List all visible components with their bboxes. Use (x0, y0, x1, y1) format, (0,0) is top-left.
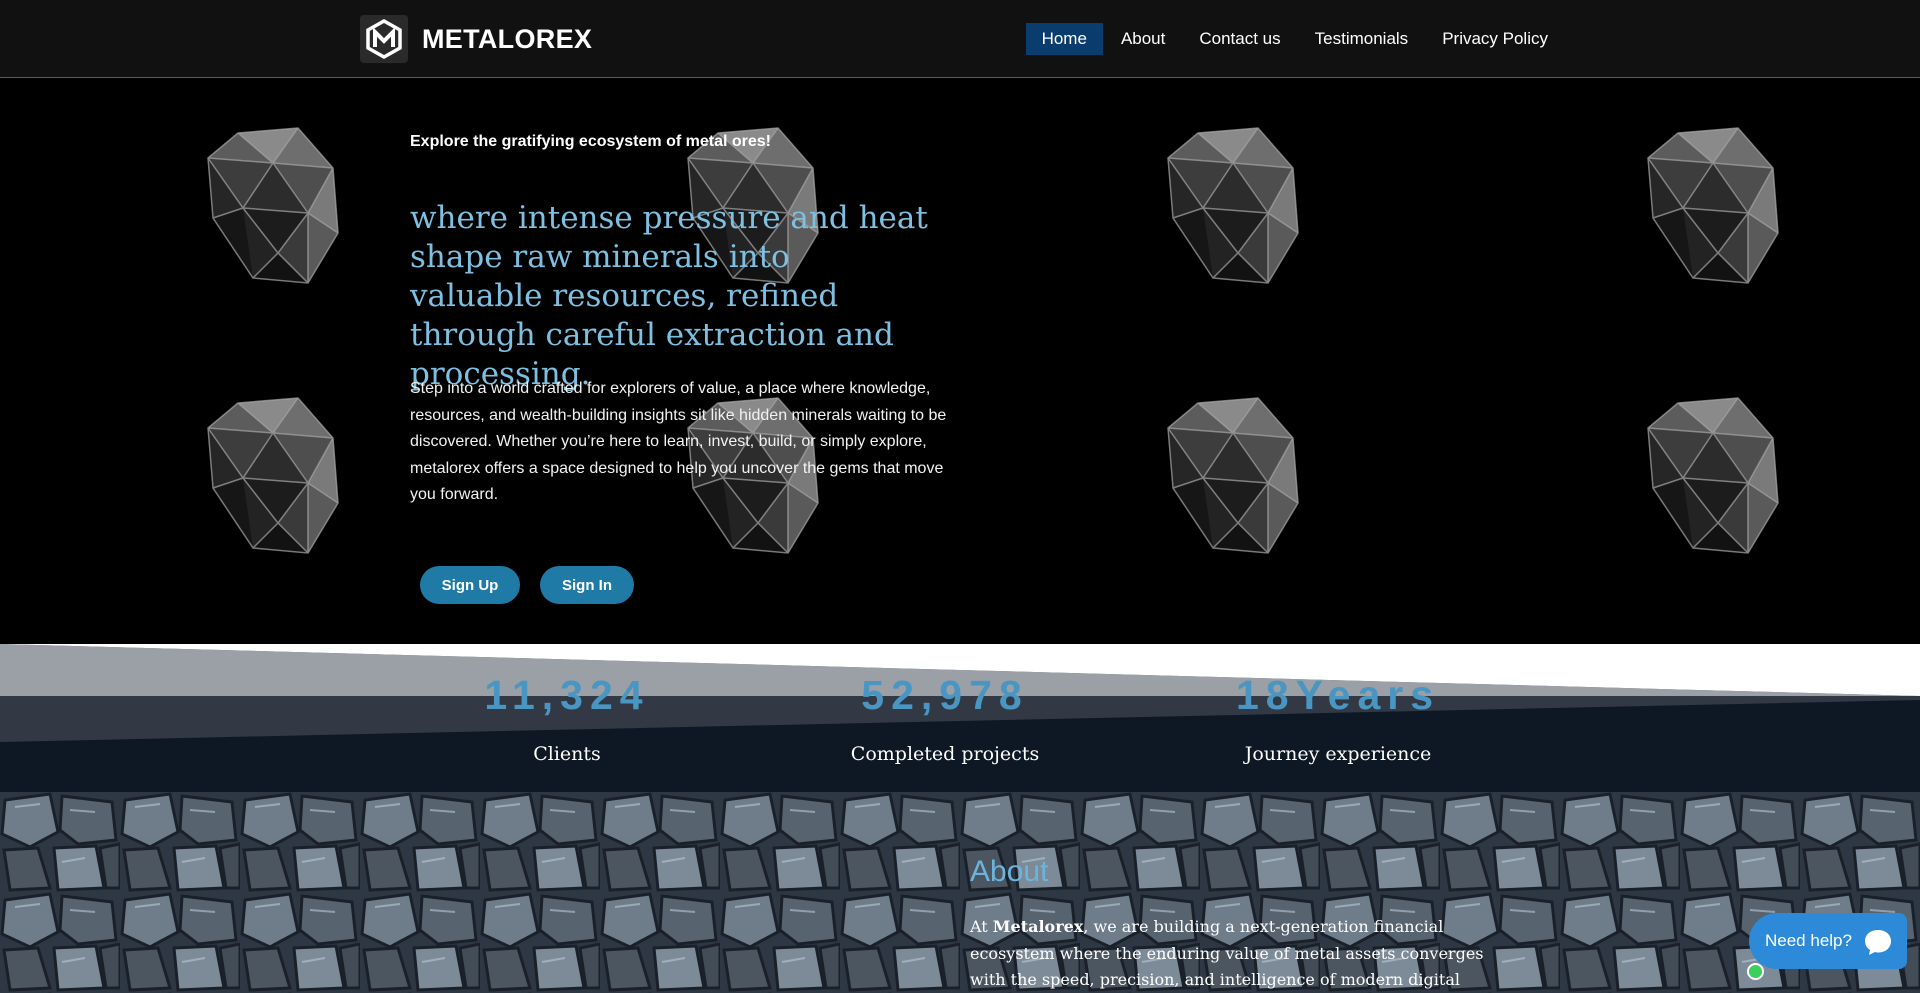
stats-section: 11,324 Clients 52,978 Completed projects… (0, 644, 1920, 792)
hero-intro: Step into a world crafted for explorers … (410, 380, 947, 503)
gem-decoration (1647, 397, 1779, 554)
gem-decoration (207, 127, 339, 284)
nav-item-contact[interactable]: Contact us (1183, 23, 1296, 55)
online-status-dot (1747, 963, 1764, 980)
metal-ore-background (0, 792, 1920, 993)
stat-label: Journey experience (1244, 743, 1432, 765)
sign-up-button[interactable]: Sign Up (420, 566, 520, 604)
stat-clients: 11,324 Clients (417, 672, 717, 765)
stat-label: Clients (533, 743, 601, 765)
gem-decoration (1167, 127, 1299, 284)
about-section: About At Metalorex, we are building a ne… (0, 792, 1920, 993)
need-help-chat-button[interactable]: Need help? (1747, 913, 1907, 980)
gem-decoration (1647, 127, 1779, 284)
stat-value: 11,324 (484, 672, 650, 718)
about-title: About (970, 855, 1049, 888)
nav-item-about[interactable]: About (1105, 23, 1181, 55)
stat-projects: 52,978 Completed projects (795, 672, 1095, 765)
about-text-prefix: At (970, 917, 993, 936)
brand[interactable]: METALOREX (360, 15, 592, 63)
gem-decoration (207, 397, 339, 554)
main-nav: Home About Contact us Testimonials Priva… (1024, 23, 1564, 55)
m-hexagon-logo-icon (360, 15, 408, 63)
nav-item-privacy-policy[interactable]: Privacy Policy (1426, 23, 1564, 55)
gem-decoration (1167, 397, 1299, 554)
chat-label: Need help? (1765, 931, 1852, 950)
sign-in-button[interactable]: Sign In (540, 566, 634, 604)
hero-section: Explore the gratifying ecosystem of meta… (0, 78, 1920, 644)
brand-name: METALOREX (422, 23, 593, 54)
hero-headline: where intense pressure and heat shape ra… (410, 200, 928, 392)
nav-item-testimonials[interactable]: Testimonials (1299, 23, 1425, 55)
site-header: METALOREX Home About Contact us Testimon… (0, 0, 1920, 78)
chat-bubble-icon (1859, 923, 1897, 961)
about-text: At Metalorex, we are building a next-gen… (970, 914, 1490, 993)
stat-label: Completed projects (850, 743, 1040, 765)
hero-eyebrow: Explore the gratifying ecosystem of meta… (410, 133, 771, 150)
stat-value: 18Years (1235, 672, 1441, 718)
stat-experience: 18Years Journey experience (1188, 672, 1488, 765)
nav-item-home[interactable]: Home (1025, 23, 1103, 55)
about-brand-name: Metalorex (992, 917, 1084, 936)
stat-value: 52,978 (861, 672, 1029, 718)
